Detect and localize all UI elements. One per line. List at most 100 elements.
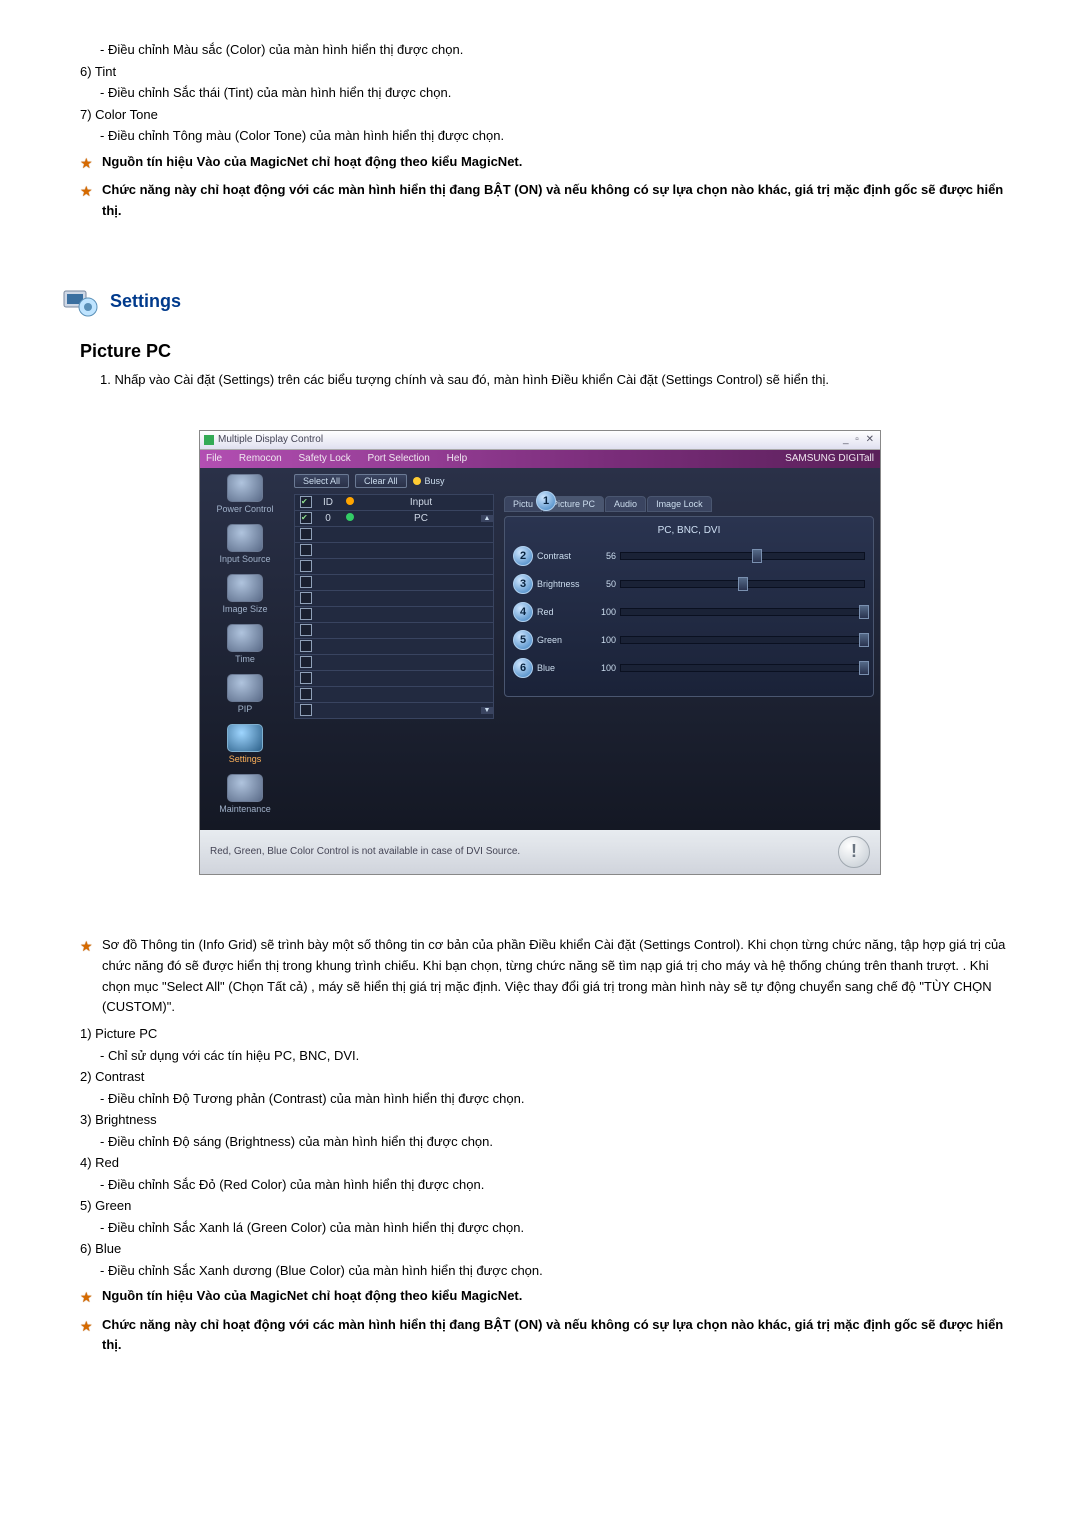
slider-knob[interactable]	[859, 661, 869, 675]
row-checkbox[interactable]	[300, 672, 312, 684]
info-icon: !	[838, 836, 870, 868]
star-icon: ★	[80, 1315, 98, 1337]
settings-header: Settings	[60, 281, 1020, 321]
tab-audio[interactable]: Audio	[605, 496, 646, 512]
tab-image-lock[interactable]: Image Lock	[647, 496, 712, 512]
clear-all-button[interactable]: Clear All	[355, 474, 407, 488]
menu-file[interactable]: File	[206, 453, 222, 464]
slider-brightness[interactable]: 3Brightness50	[513, 574, 865, 594]
note-on-only-top: ★ Chức năng này chỉ hoạt động với các mà…	[80, 180, 1020, 222]
row-checkbox[interactable]	[300, 544, 312, 556]
slider-contrast[interactable]: 2 Contrast56	[513, 546, 865, 566]
imagesize-icon	[227, 574, 263, 602]
slider-track[interactable]	[620, 552, 865, 560]
list-item-desc: - Điều chỉnh Sắc Xanh dương (Blue Color)…	[100, 1261, 1020, 1281]
intro-note: ★ Sơ đồ Thông tin (Info Grid) sẽ trình b…	[80, 935, 1020, 1018]
slider-value: 100	[592, 607, 616, 617]
sidebar-item-power[interactable]: Power Control	[210, 474, 280, 514]
row-checkbox[interactable]	[300, 624, 312, 636]
instruction: 1. Nhấp vào Cài đặt (Settings) trên các …	[100, 370, 1020, 390]
slider-value: 50	[592, 579, 616, 589]
prev-item-7: 7) Color Tone	[80, 105, 1020, 125]
list-item-desc: - Điều chỉnh Độ sáng (Brightness) của mà…	[100, 1132, 1020, 1152]
sidebar-item-maintenance[interactable]: Maintenance	[210, 774, 280, 814]
list-item-desc: - Điều chỉnh Sắc Xanh lá (Green Color) c…	[100, 1218, 1020, 1238]
busy-dot-icon	[413, 477, 421, 485]
settings-title: Settings	[110, 291, 181, 312]
row-checkbox[interactable]	[300, 656, 312, 668]
row-checkbox[interactable]	[300, 576, 312, 588]
right-panel: Pictu 1 Picture PC Audio Image Lock PC, …	[498, 468, 880, 830]
sidebar-item-imagesize[interactable]: Image Size	[210, 574, 280, 614]
input-icon	[227, 524, 263, 552]
select-all-button[interactable]: Select All	[294, 474, 349, 488]
list-item-desc: - Điều chỉnh Sắc Đỏ (Red Color) của màn …	[100, 1175, 1020, 1195]
badge-icon: 5	[513, 630, 533, 650]
header-checkbox[interactable]	[300, 496, 312, 508]
slider-label: Blue	[537, 663, 592, 673]
footer-strip: Red, Green, Blue Color Control is not av…	[200, 830, 880, 874]
prev-item-6: 6) Tint	[80, 62, 1020, 82]
menu-port-selection[interactable]: Port Selection	[368, 453, 430, 464]
window-titlebar: Multiple Display Control _ ▫ ✕	[200, 431, 880, 450]
note-on-only-bottom: ★ Chức năng này chỉ hoạt động với các mà…	[80, 1315, 1020, 1357]
col-status	[339, 497, 361, 508]
col-input: Input	[361, 497, 481, 508]
slider-knob[interactable]	[859, 605, 869, 619]
row-checkbox[interactable]	[300, 528, 312, 540]
slider-green[interactable]: 5Green100	[513, 630, 865, 650]
scroll-up[interactable]: ▲	[481, 515, 493, 522]
slider-track[interactable]	[620, 664, 865, 672]
table-row[interactable]: 0 PC ▲	[295, 511, 493, 527]
slider-track[interactable]	[620, 608, 865, 616]
settings-side-icon	[227, 724, 263, 752]
prev-item-6-sub: - Điều chỉnh Sắc thái (Tint) của màn hìn…	[100, 83, 1020, 103]
maintenance-icon	[227, 774, 263, 802]
menu-safety-lock[interactable]: Safety Lock	[299, 453, 351, 464]
row-checkbox[interactable]	[300, 688, 312, 700]
sidebar-item-settings[interactable]: Settings	[210, 724, 280, 764]
slider-track[interactable]	[620, 636, 865, 644]
sidebar-item-pip[interactable]: PIP	[210, 674, 280, 714]
status-header-icon	[346, 497, 354, 505]
list-item: 4) Red	[80, 1153, 1020, 1173]
list-item-desc: - Chỉ sử dụng với các tín hiệu PC, BNC, …	[100, 1046, 1020, 1066]
list-item: 3) Brightness	[80, 1110, 1020, 1130]
settings-icon	[60, 281, 100, 321]
slider-knob[interactable]	[738, 577, 748, 591]
scroll-down[interactable]: ▼	[481, 707, 493, 714]
badge-1: 1	[536, 491, 556, 511]
footer-note: Red, Green, Blue Color Control is not av…	[210, 846, 520, 857]
note-magicnet-bottom: ★ Nguồn tín hiệu Vào của MagicNet chỉ ho…	[80, 1286, 1020, 1308]
star-icon: ★	[80, 935, 98, 957]
row-checkbox[interactable]	[300, 704, 312, 716]
slider-track[interactable]	[620, 580, 865, 588]
tab-picture-pc[interactable]: 1 Picture PC	[543, 496, 604, 512]
menu-help[interactable]: Help	[447, 453, 468, 464]
col-id: ID	[317, 497, 339, 508]
slider-value: 56	[592, 551, 616, 561]
slider-red[interactable]: 4Red100	[513, 602, 865, 622]
note-magicnet-top: ★ Nguồn tín hiệu Vào của MagicNet chỉ ho…	[80, 152, 1020, 174]
row-checkbox[interactable]	[300, 640, 312, 652]
menu-remocon[interactable]: Remocon	[239, 453, 282, 464]
row-checkbox[interactable]	[300, 608, 312, 620]
window-controls[interactable]: _ ▫ ✕	[843, 434, 876, 445]
slider-knob[interactable]	[752, 549, 762, 563]
slider-label: Contrast	[537, 551, 592, 561]
sidebar-item-input[interactable]: Input Source	[210, 524, 280, 564]
slider-blue[interactable]: 6Blue100	[513, 658, 865, 678]
section-title: Picture PC	[80, 341, 1020, 362]
slider-label: Red	[537, 607, 592, 617]
badge-icon: 2	[513, 546, 533, 566]
sidebar-item-time[interactable]: Time	[210, 624, 280, 664]
row-checkbox[interactable]	[300, 512, 312, 524]
list-item: 6) Blue	[80, 1239, 1020, 1259]
row-checkbox[interactable]	[300, 592, 312, 604]
list-item: 2) Contrast	[80, 1067, 1020, 1087]
row-checkbox[interactable]	[300, 560, 312, 572]
star-icon: ★	[80, 152, 98, 174]
slider-knob[interactable]	[859, 633, 869, 647]
list-item-desc: - Điều chỉnh Độ Tương phản (Contrast) củ…	[100, 1089, 1020, 1109]
list-item: 1) Picture PC	[80, 1024, 1020, 1044]
